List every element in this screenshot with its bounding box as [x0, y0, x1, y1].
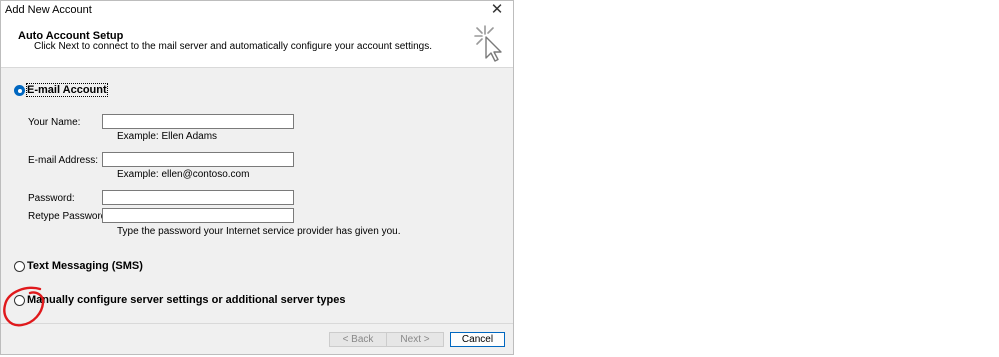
retype-password-label: Retype Password: [28, 211, 110, 222]
email-address-field[interactable] [102, 152, 294, 167]
window-title: Add New Account [5, 4, 92, 16]
cancel-button[interactable]: Cancel [450, 332, 505, 347]
your-name-hint: Example: Ellen Adams [117, 131, 218, 142]
manual-configure-radio[interactable] [14, 295, 25, 306]
email-address-hint: Example: ellen@contoso.com [117, 169, 250, 180]
next-button[interactable]: Next > [386, 332, 444, 347]
your-name-field[interactable] [102, 114, 294, 129]
retype-password-field[interactable] [102, 208, 294, 223]
password-label: Password: [28, 193, 75, 204]
text-messaging-radio[interactable] [14, 261, 25, 272]
email-address-label: E-mail Address: [28, 155, 99, 166]
title-bar: Add New Account ✕ [1, 1, 513, 20]
header-band: Auto Account Setup Click Next to connect… [1, 20, 513, 68]
password-hint: Type the password your Internet service … [117, 226, 401, 237]
close-button[interactable]: ✕ [489, 2, 505, 18]
email-account-radio[interactable] [14, 85, 25, 96]
add-new-account-dialog: Add New Account ✕ Auto Account Setup Cli… [0, 0, 514, 355]
wizard-cursor-icon [474, 25, 502, 62]
manual-configure-label[interactable]: Manually configure server settings or ad… [27, 294, 346, 306]
password-field[interactable] [102, 190, 294, 205]
your-name-label: Your Name: [28, 117, 81, 128]
text-messaging-label[interactable]: Text Messaging (SMS) [27, 260, 143, 272]
footer-separator [1, 323, 513, 324]
header-description: Click Next to connect to the mail server… [34, 41, 432, 52]
back-button[interactable]: < Back [329, 332, 387, 347]
email-account-label[interactable]: E-mail Account [26, 83, 108, 97]
